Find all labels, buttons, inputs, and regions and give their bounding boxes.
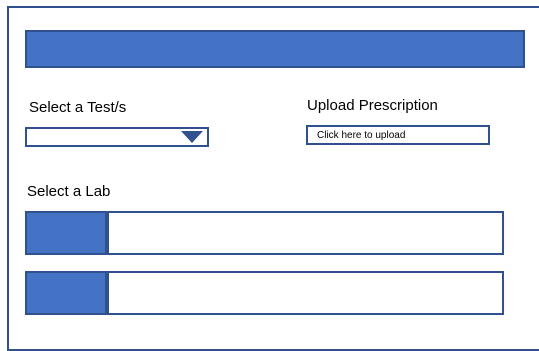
- select-lab-label: Select a Lab: [27, 183, 111, 200]
- header-banner: [25, 30, 525, 68]
- upload-prescription-label: Upload Prescription: [307, 97, 438, 114]
- lab-thumbnail: [27, 213, 109, 253]
- lab-thumbnail: [27, 273, 109, 313]
- upload-prescription-button[interactable]: Click here to upload: [306, 125, 490, 145]
- chevron-down-icon[interactable]: [181, 131, 203, 143]
- select-tests-label: Select a Test/s: [29, 99, 127, 116]
- lab-option[interactable]: [25, 211, 504, 255]
- lab-option[interactable]: [25, 271, 504, 315]
- upload-button-label: Click here to upload: [317, 130, 406, 141]
- test-select-dropdown[interactable]: [25, 127, 209, 147]
